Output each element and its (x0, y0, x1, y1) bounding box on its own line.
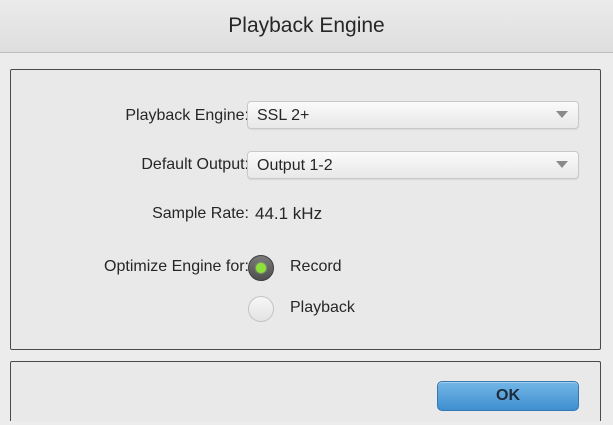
playback-engine-dialog: Playback Engine Playback Engine: SSL 2+ … (0, 0, 613, 425)
playback-engine-value: SSL 2+ (257, 107, 310, 124)
chevron-down-icon (556, 161, 568, 168)
default-output-value: Output 1-2 (257, 157, 333, 174)
chevron-down-icon (556, 111, 568, 118)
record-radio-label: Record (290, 258, 342, 275)
playback-radio-label: Playback (290, 299, 355, 316)
default-output-select[interactable]: Output 1-2 (247, 151, 579, 179)
window-title: Playback Engine (0, 0, 613, 53)
playback-radio-button[interactable] (248, 296, 274, 322)
playback-engine-label: Playback Engine: (125, 107, 249, 124)
record-radio-button[interactable] (248, 255, 274, 281)
sample-rate-value: 44.1 kHz (255, 204, 323, 223)
ok-button[interactable]: OK (437, 381, 579, 411)
default-output-label: Default Output: (141, 156, 249, 173)
optimize-engine-label: Optimize Engine for: (104, 258, 249, 275)
playback-engine-select[interactable]: SSL 2+ (247, 101, 579, 129)
sample-rate-label: Sample Rate: (152, 205, 249, 222)
